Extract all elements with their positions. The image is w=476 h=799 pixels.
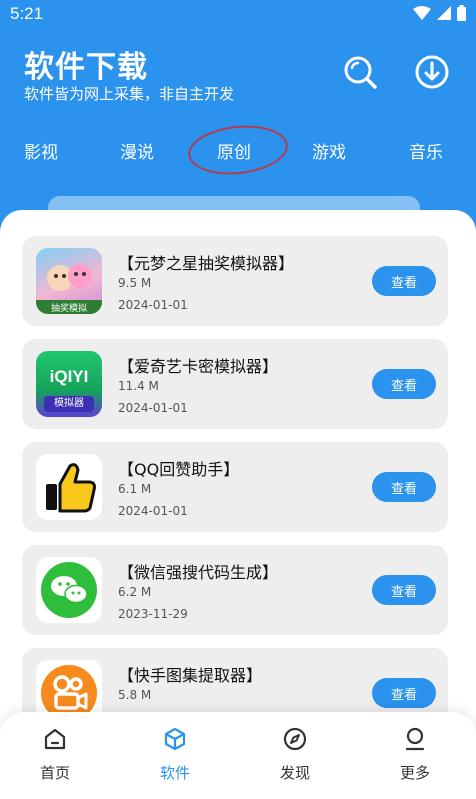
item-date: 2024-01-01: [118, 504, 188, 518]
list-item[interactable]: 抽奖模拟 【元梦之星抽奖模拟器】 9.5 M 2024-01-01 查看: [22, 236, 448, 326]
iqiyi-icon: iQIYI 模拟器: [36, 351, 102, 417]
item-name: 【微信强搜代码生成】: [118, 563, 279, 582]
wechat-icon: [36, 557, 102, 623]
page-title: 软件下载: [24, 50, 148, 85]
search-button[interactable]: [340, 52, 380, 92]
item-name: 【QQ回赞助手】: [118, 460, 240, 479]
wifi-icon: [413, 6, 431, 20]
item-name: 【快手图集提取器】: [118, 666, 263, 685]
person-icon: [405, 727, 425, 751]
thumbs-up-icon: [36, 454, 102, 520]
tab-youxi[interactable]: 游戏: [312, 138, 346, 163]
status-icons: [413, 5, 466, 21]
item-size: 6.1 M: [118, 482, 152, 496]
list-item[interactable]: iQIYI 模拟器 【爱奇艺卡密模拟器】 11.4 M 2024-01-01 查…: [22, 339, 448, 429]
nav-more-label: 更多: [399, 764, 430, 782]
item-size: 6.2 M: [118, 585, 152, 599]
item-date: 2023-11-29: [118, 607, 188, 621]
item-name: 【爱奇艺卡密模拟器】: [118, 357, 279, 376]
status-time: 5:21: [10, 4, 44, 23]
list-item[interactable]: 【QQ回赞助手】 6.1 M 2024-01-01 查看: [22, 442, 448, 532]
view-button[interactable]: 查看: [372, 575, 436, 605]
view-button[interactable]: 查看: [372, 472, 436, 502]
cube-icon: [164, 727, 186, 751]
view-button[interactable]: 查看: [372, 678, 436, 708]
page-subtitle: 软件皆为网上采集，非自主开发: [24, 85, 235, 103]
iqiyi-logo-text: iQIYI: [49, 367, 89, 386]
tab-manshuo[interactable]: 漫说: [120, 138, 154, 163]
item-size: 9.5 M: [118, 276, 152, 290]
bottom-nav: 首页 软件 发现 更多: [0, 712, 476, 799]
icon-caption: 模拟器: [44, 396, 94, 412]
item-name: 【元梦之星抽奖模拟器】: [118, 254, 295, 273]
icon-caption: 抽奖模拟: [50, 304, 87, 314]
view-button[interactable]: 查看: [372, 369, 436, 399]
game-character-icon: 抽奖模拟: [36, 248, 102, 314]
nav-home[interactable]: 首页: [15, 726, 95, 783]
nav-discover-label: 发现: [279, 764, 310, 782]
item-size: 11.4 M: [118, 379, 159, 393]
item-date: 2024-01-01: [118, 298, 188, 312]
download-button[interactable]: [412, 52, 452, 92]
nav-software[interactable]: 软件: [135, 726, 215, 783]
nav-software-label: 软件: [159, 764, 190, 782]
view-button[interactable]: 查看: [372, 266, 436, 296]
list-item[interactable]: 【微信强搜代码生成】 6.2 M 2023-11-29 查看: [22, 545, 448, 635]
nav-home-label: 首页: [39, 764, 70, 782]
battery-icon: [457, 5, 466, 21]
search-icon: [344, 56, 377, 89]
category-tabs: 影视 漫说 原创 游戏 音乐: [0, 128, 476, 172]
tab-yuanchuang[interactable]: 原创: [217, 138, 251, 163]
home-icon: [44, 728, 66, 750]
item-date: 2024-01-01: [118, 401, 188, 415]
compass-icon: [283, 727, 307, 751]
tab-yingshi[interactable]: 影视: [24, 138, 58, 163]
status-bar: 5:21: [0, 0, 476, 28]
tab-yinyue[interactable]: 音乐: [409, 138, 443, 163]
download-icon: [415, 55, 449, 89]
nav-discover[interactable]: 发现: [255, 726, 335, 783]
item-size: 5.8 M: [118, 688, 152, 702]
nav-more[interactable]: 更多: [375, 726, 455, 783]
signal-icon: [437, 6, 451, 20]
